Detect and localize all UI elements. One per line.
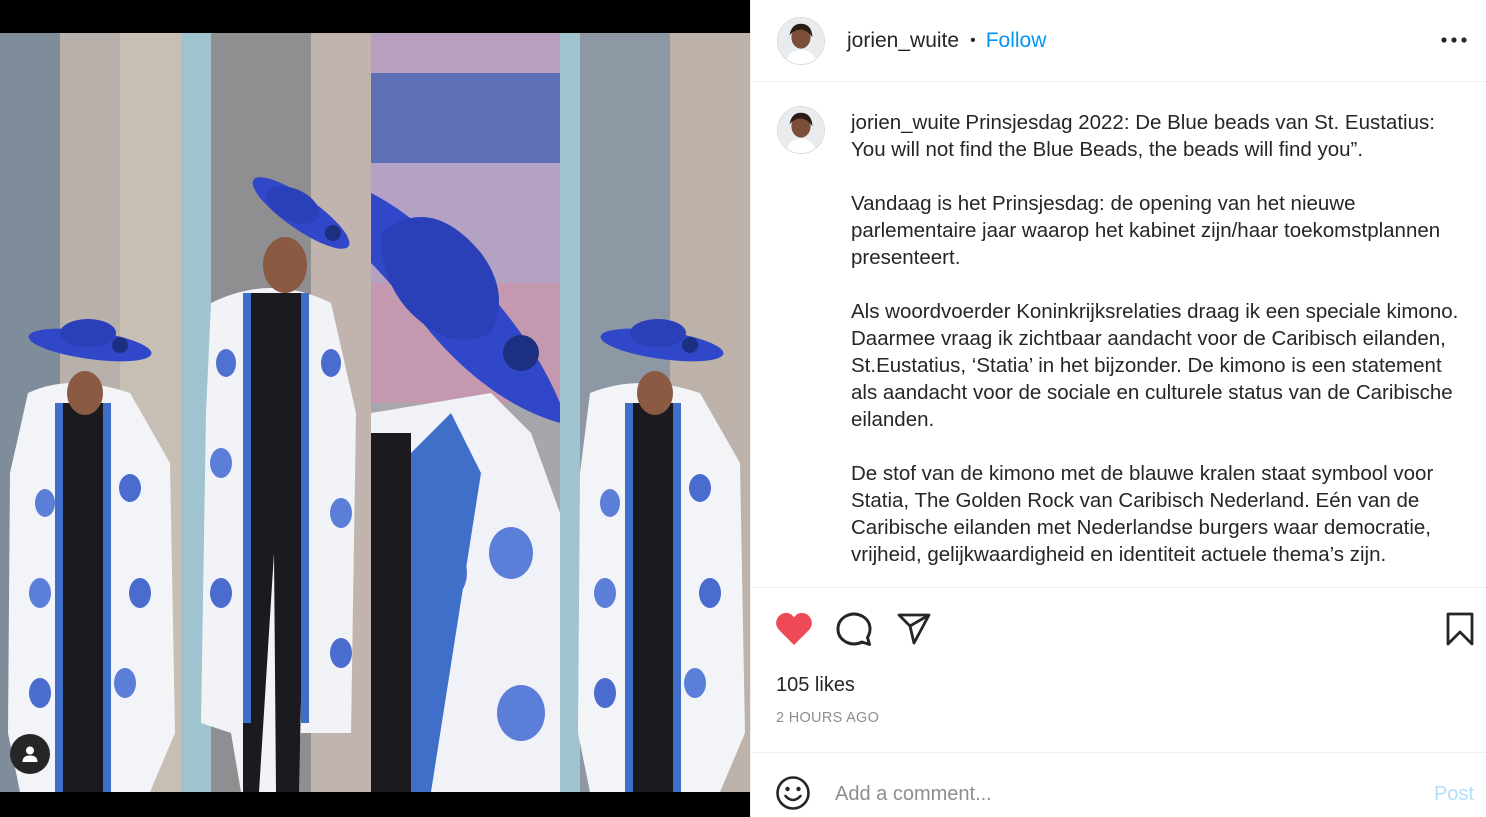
photo-panel-1 bbox=[0, 33, 181, 792]
photo-panel-2 bbox=[181, 33, 371, 792]
more-options-button[interactable] bbox=[1438, 24, 1470, 56]
comment-form: Post bbox=[751, 753, 1486, 817]
follow-button[interactable]: Follow bbox=[986, 29, 1047, 53]
caption-paragraph: Als woordvoerder Koninkrijksrelaties dra… bbox=[851, 300, 1459, 431]
more-options-icon bbox=[1441, 37, 1467, 43]
post-modal: jorien_wuite • Follow jorien_wuite Prins… bbox=[0, 0, 1486, 817]
comment-input[interactable] bbox=[835, 779, 1395, 809]
photo-panel-4 bbox=[560, 33, 750, 792]
save-button[interactable] bbox=[1440, 609, 1480, 649]
caption-section: jorien_wuite Prinsjesdag 2022: De Blue be… bbox=[751, 82, 1486, 588]
share-button[interactable] bbox=[894, 609, 934, 649]
caption-avatar[interactable] bbox=[777, 106, 825, 154]
avatar[interactable] bbox=[777, 16, 825, 65]
header-separator: • bbox=[970, 31, 976, 49]
user-tag-icon bbox=[22, 746, 38, 762]
comment-button[interactable] bbox=[834, 609, 874, 649]
caption-paragraph: jorien_wuite Prinsjesdag 2022: De Blue be… bbox=[851, 109, 1461, 163]
bookmark-icon bbox=[1446, 612, 1474, 646]
action-bar bbox=[751, 588, 1486, 666]
post-header: jorien_wuite • Follow bbox=[751, 0, 1486, 82]
heart-filled-icon bbox=[776, 612, 812, 645]
caption-paragraph: De stof van de kimono met de blauwe kral… bbox=[851, 462, 1434, 566]
caption-paragraph: Vandaag is het Prinsjesdag: de opening v… bbox=[851, 192, 1441, 269]
post-media[interactable] bbox=[0, 0, 750, 817]
emoji-icon bbox=[776, 776, 810, 810]
comment-icon bbox=[836, 612, 872, 646]
photo-panel-3 bbox=[371, 33, 560, 792]
post-comment-button[interactable]: Post bbox=[1434, 783, 1474, 806]
post-photo-collage bbox=[0, 33, 750, 792]
likes-count[interactable]: 105 likes bbox=[776, 674, 855, 697]
share-icon bbox=[897, 613, 931, 645]
post-timestamp[interactable]: 2 HOURS AGO bbox=[776, 710, 879, 726]
caption-text: jorien_wuite Prinsjesdag 2022: De Blue be… bbox=[851, 109, 1461, 568]
post-author-username[interactable]: jorien_wuite bbox=[847, 29, 959, 53]
emoji-button[interactable] bbox=[775, 775, 811, 811]
caption-username[interactable]: jorien_wuite bbox=[851, 111, 960, 134]
like-button[interactable] bbox=[774, 609, 814, 649]
post-sidebar: jorien_wuite • Follow jorien_wuite Prins… bbox=[750, 0, 1486, 817]
tagged-users-button[interactable] bbox=[10, 734, 50, 774]
